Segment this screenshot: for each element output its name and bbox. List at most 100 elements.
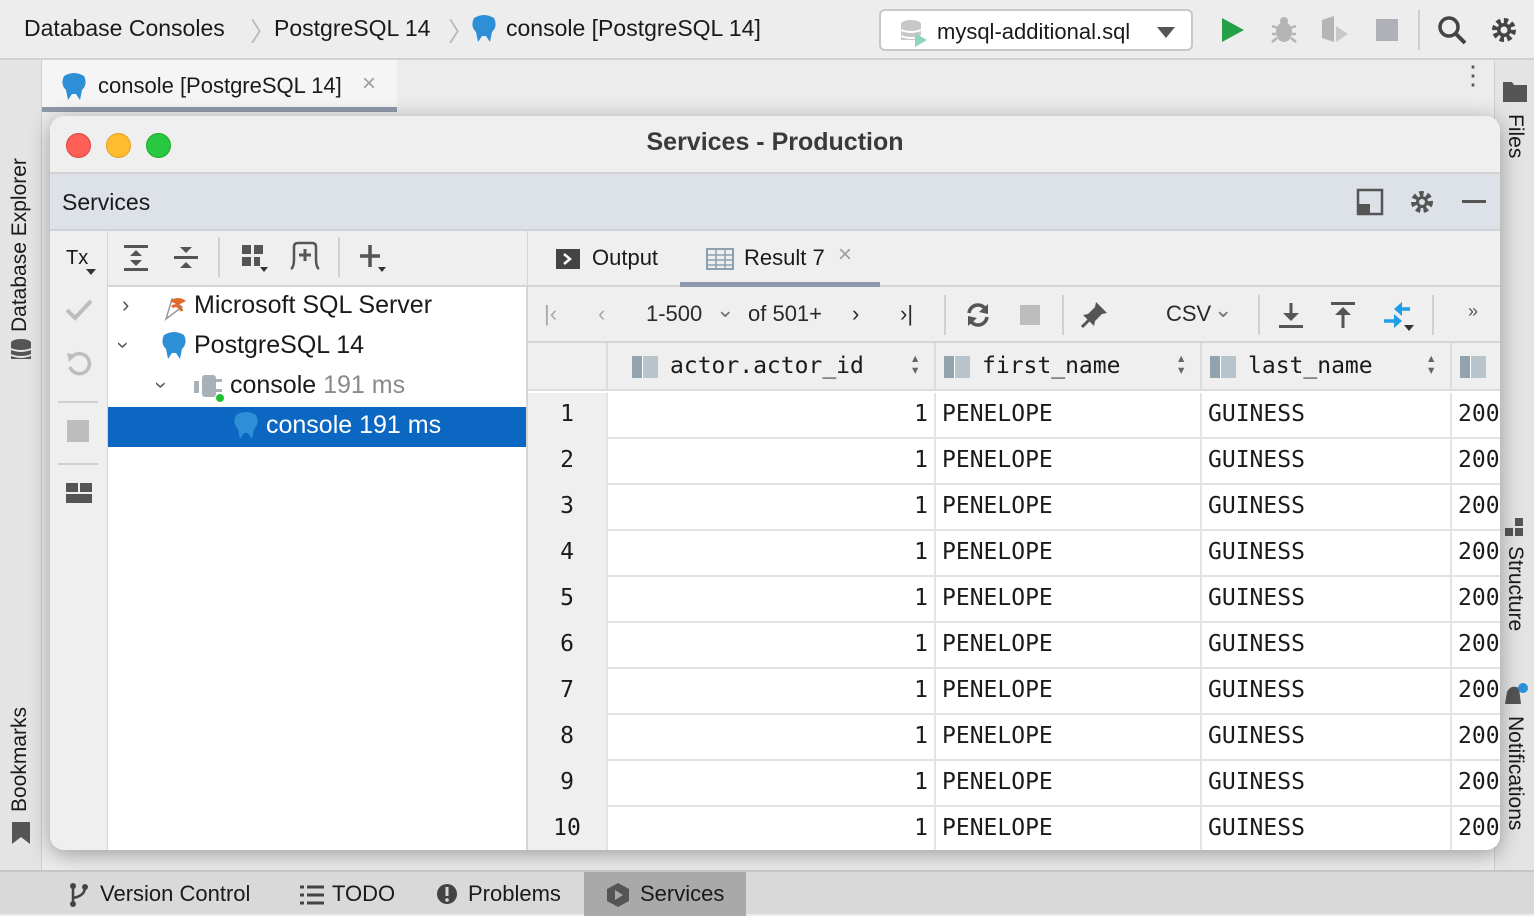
add-icon[interactable] (358, 243, 390, 275)
cell-actor-id[interactable]: 1 (608, 577, 936, 623)
cell-first-name[interactable]: PENELOPE (936, 439, 1202, 485)
pin-icon[interactable] (1080, 299, 1110, 329)
row-number[interactable]: 10 (528, 807, 608, 850)
column-header-last-name[interactable]: last_name ▴▾ (1202, 343, 1452, 391)
tab-result-7[interactable]: Result 7 × (680, 231, 880, 287)
notifications-tab[interactable]: Notifications (1503, 716, 1527, 830)
search-icon[interactable] (1436, 14, 1468, 46)
breadcrumb-database-consoles[interactable]: Database Consoles (24, 15, 225, 42)
chevron-down-icon[interactable]: › (111, 341, 137, 348)
bookmarks-tab[interactable]: Bookmarks (8, 707, 32, 812)
minimize-icon[interactable] (1462, 200, 1486, 203)
row-number[interactable]: 6 (528, 623, 608, 669)
cell-last-name[interactable]: GUINESS (1202, 531, 1452, 577)
more-actions-icon[interactable]: » (1468, 301, 1478, 322)
database-explorer-tab[interactable]: Database Explorer (8, 158, 32, 332)
close-icon[interactable]: × (362, 70, 376, 98)
last-page-icon[interactable]: ›| (900, 301, 913, 327)
row-number[interactable]: 2 (528, 439, 608, 485)
cell-first-name[interactable]: PENELOPE (936, 577, 1202, 623)
cell-actor-id[interactable]: 1 (608, 669, 936, 715)
row-number[interactable]: 9 (528, 761, 608, 807)
cell-last-update[interactable]: 200 (1452, 669, 1500, 715)
group-by-icon[interactable] (240, 243, 272, 275)
cell-actor-id[interactable]: 1 (608, 623, 936, 669)
gear-icon[interactable] (1488, 14, 1520, 46)
cell-last-name[interactable]: GUINESS (1202, 623, 1452, 669)
row-number[interactable]: 5 (528, 577, 608, 623)
cell-actor-id[interactable]: 1 (608, 715, 936, 761)
cell-last-name[interactable]: GUINESS (1202, 807, 1452, 850)
row-number[interactable]: 8 (528, 715, 608, 761)
sort-icon[interactable]: ▴▾ (910, 352, 920, 376)
coverage-icon[interactable] (1318, 14, 1350, 46)
collapse-all-icon[interactable] (172, 243, 200, 273)
tree-item-console-session[interactable]: › console 191 ms (108, 367, 526, 407)
cell-last-update[interactable]: 200 (1452, 715, 1500, 761)
column-header-actor-id[interactable]: actor.actor_id ▴▾ (608, 343, 936, 391)
column-header-first-name[interactable]: first_name ▴▾ (936, 343, 1202, 391)
table-row[interactable]: 81PENELOPEGUINESS200 (528, 715, 1500, 761)
cell-last-update[interactable]: 200 (1452, 485, 1500, 531)
cell-first-name[interactable]: PENELOPE (936, 623, 1202, 669)
upload-icon[interactable] (1330, 301, 1356, 329)
row-number[interactable]: 1 (528, 393, 608, 439)
cell-first-name[interactable]: PENELOPE (936, 761, 1202, 807)
files-tab[interactable]: Files (1503, 114, 1527, 158)
table-row[interactable]: 51PENELOPEGUINESS200 (528, 577, 1500, 623)
cell-last-name[interactable]: GUINESS (1202, 715, 1452, 761)
next-page-icon[interactable]: › (852, 301, 859, 327)
editor-tab-console[interactable]: console [PostgreSQL 14] × (42, 60, 397, 112)
close-icon[interactable]: × (838, 241, 852, 269)
cell-last-update[interactable]: 200 (1452, 439, 1500, 485)
cell-first-name[interactable]: PENELOPE (936, 669, 1202, 715)
tree-item-console-selected[interactable]: console 191 ms (108, 407, 526, 447)
layout-grid-icon[interactable] (66, 483, 92, 505)
row-number[interactable]: 4 (528, 531, 608, 577)
cell-last-name[interactable]: GUINESS (1202, 439, 1452, 485)
cell-actor-id[interactable]: 1 (608, 761, 936, 807)
column-header-last-update[interactable] (1452, 343, 1500, 391)
chevron-down-icon[interactable]: › (149, 381, 175, 388)
cell-first-name[interactable]: PENELOPE (936, 393, 1202, 439)
cell-last-name[interactable]: GUINESS (1202, 485, 1452, 531)
breadcrumb-console[interactable]: console [PostgreSQL 14] (506, 15, 761, 42)
row-number[interactable]: 7 (528, 669, 608, 715)
sort-icon[interactable]: ▴▾ (1176, 352, 1186, 376)
stop-icon[interactable] (1372, 14, 1404, 46)
cell-last-name[interactable]: GUINESS (1202, 669, 1452, 715)
cell-last-update[interactable]: 200 (1452, 577, 1500, 623)
cell-first-name[interactable]: PENELOPE (936, 485, 1202, 531)
first-page-icon[interactable]: |‹ (544, 301, 557, 327)
todo-tab[interactable]: TODO (292, 872, 412, 916)
cell-first-name[interactable]: PENELOPE (936, 807, 1202, 850)
cell-actor-id[interactable]: 1 (608, 393, 936, 439)
chevron-down-icon[interactable]: ⌄ (1214, 297, 1232, 323)
table-row[interactable]: 71PENELOPEGUINESS200 (528, 669, 1500, 715)
previous-page-icon[interactable]: ‹ (598, 301, 605, 327)
chevron-right-icon[interactable]: › (122, 292, 129, 318)
sort-icon[interactable]: ▴▾ (1426, 352, 1436, 376)
cell-last-update[interactable]: 200 (1452, 393, 1500, 439)
page-range-selector[interactable]: 1-500 (646, 301, 702, 327)
tab-output[interactable]: Output (548, 231, 688, 287)
cell-first-name[interactable]: PENELOPE (936, 531, 1202, 577)
expand-all-icon[interactable] (122, 243, 150, 273)
table-row[interactable]: 11PENELOPEGUINESS200 (528, 393, 1500, 439)
cell-last-name[interactable]: GUINESS (1202, 393, 1452, 439)
tree-item-mssql[interactable]: › Microsoft SQL Server (108, 287, 526, 327)
table-row[interactable]: 21PENELOPEGUINESS200 (528, 439, 1500, 485)
gear-icon[interactable] (1408, 188, 1436, 216)
cell-last-name[interactable]: GUINESS (1202, 761, 1452, 807)
run-configuration-dropdown[interactable]: mysql-additional.sql (879, 9, 1193, 51)
cell-last-update[interactable]: 200 (1452, 761, 1500, 807)
cell-last-name[interactable]: GUINESS (1202, 577, 1452, 623)
cell-last-update[interactable]: 200 (1452, 623, 1500, 669)
tx-mode-button[interactable]: Tx (66, 247, 88, 270)
layout-icon[interactable] (1356, 188, 1384, 216)
run-icon[interactable] (1216, 14, 1248, 46)
breadcrumb-postgresql[interactable]: PostgreSQL 14 (274, 15, 430, 42)
table-row[interactable]: 61PENELOPEGUINESS200 (528, 623, 1500, 669)
cell-last-update[interactable]: 200 (1452, 531, 1500, 577)
stop-icon[interactable] (67, 420, 89, 442)
